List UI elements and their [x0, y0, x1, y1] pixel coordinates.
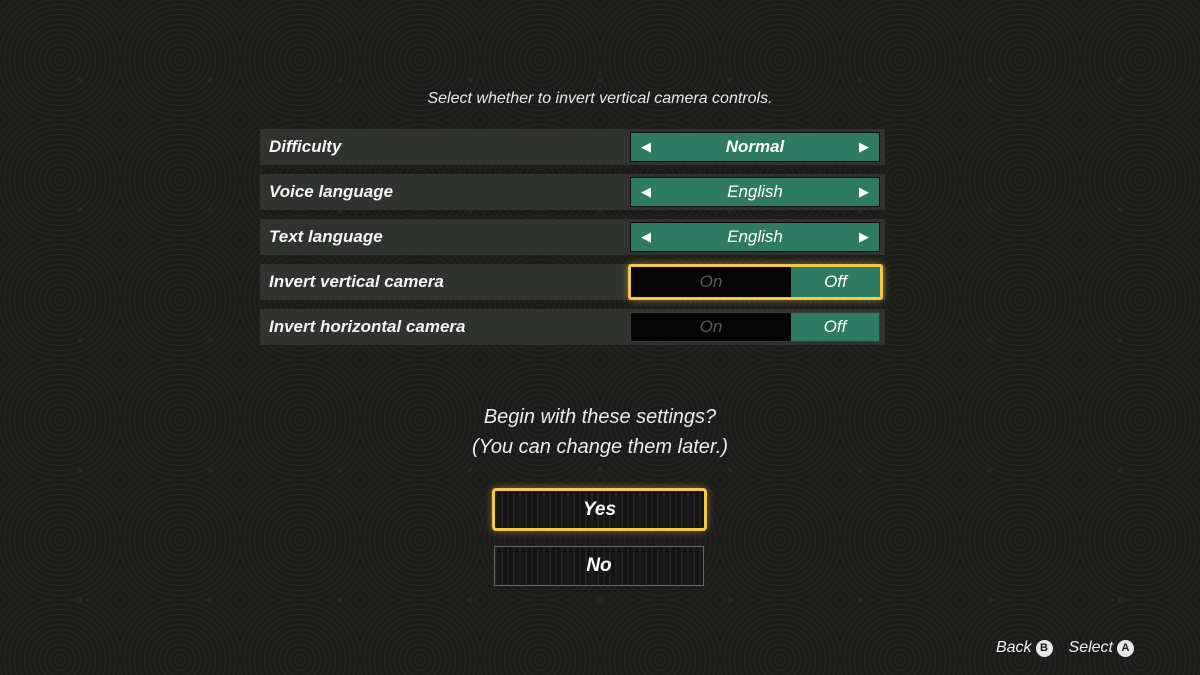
- a-button-icon: A: [1117, 639, 1134, 657]
- invert-horizontal-camera-toggle[interactable]: On Off: [630, 312, 880, 342]
- arrow-right-icon[interactable]: ▶: [849, 229, 879, 245]
- setting-label-invert-vertical-camera: Invert vertical camera: [269, 272, 444, 291]
- difficulty-selector[interactable]: ◀ Normal ▶: [630, 132, 880, 162]
- setting-label-text-language: Text language: [269, 227, 383, 246]
- yes-button[interactable]: Yes: [492, 488, 707, 531]
- toggle-off-option[interactable]: Off: [791, 313, 879, 341]
- confirm-question-line1: Begin with these settings?: [483, 406, 717, 428]
- setting-row-invert-vertical-camera[interactable]: Invert vertical camera On Off: [260, 264, 885, 300]
- back-hint[interactable]: Back B: [996, 639, 1053, 657]
- arrow-left-icon[interactable]: ◀: [631, 139, 661, 155]
- arrow-right-icon[interactable]: ▶: [849, 139, 879, 155]
- text-language-value: English: [727, 227, 783, 246]
- difficulty-value: Normal: [725, 137, 785, 156]
- select-label: Select: [1068, 639, 1113, 656]
- voice-language-value: English: [727, 182, 783, 201]
- toggle-off-option[interactable]: Off: [791, 267, 880, 297]
- setting-row-voice-language[interactable]: Voice language ◀ English ▶: [260, 174, 885, 210]
- setting-row-text-language[interactable]: Text language ◀ English ▶: [260, 219, 885, 255]
- voice-language-selector[interactable]: ◀ English ▶: [630, 177, 880, 207]
- setting-label-invert-horizontal-camera: Invert horizontal camera: [269, 317, 466, 336]
- no-button[interactable]: No: [494, 546, 704, 586]
- button-hints: Back B Select A: [996, 639, 1134, 657]
- confirm-question: Begin with these settings? (You can chan…: [0, 402, 1200, 462]
- b-button-icon: B: [1035, 639, 1053, 657]
- setting-row-invert-horizontal-camera[interactable]: Invert horizontal camera On Off: [260, 309, 885, 345]
- prompt-text: Select whether to invert vertical camera…: [427, 90, 773, 107]
- confirm-question-line2: (You can change them later.): [471, 436, 729, 458]
- toggle-on-option[interactable]: On: [631, 267, 791, 297]
- settings-list: Difficulty ◀ Normal ▶ Voice language ◀ E…: [260, 129, 885, 354]
- back-label: Back: [995, 639, 1032, 656]
- setting-label-difficulty: Difficulty: [269, 137, 342, 156]
- toggle-on-option[interactable]: On: [631, 313, 791, 341]
- arrow-left-icon[interactable]: ◀: [631, 229, 661, 245]
- setting-label-voice-language: Voice language: [269, 182, 394, 201]
- arrow-right-icon[interactable]: ▶: [849, 184, 879, 200]
- invert-vertical-camera-toggle[interactable]: On Off: [628, 264, 883, 300]
- arrow-left-icon[interactable]: ◀: [631, 184, 661, 200]
- setting-row-difficulty[interactable]: Difficulty ◀ Normal ▶: [260, 129, 885, 165]
- text-language-selector[interactable]: ◀ English ▶: [630, 222, 880, 252]
- select-hint[interactable]: Select A: [1069, 639, 1134, 657]
